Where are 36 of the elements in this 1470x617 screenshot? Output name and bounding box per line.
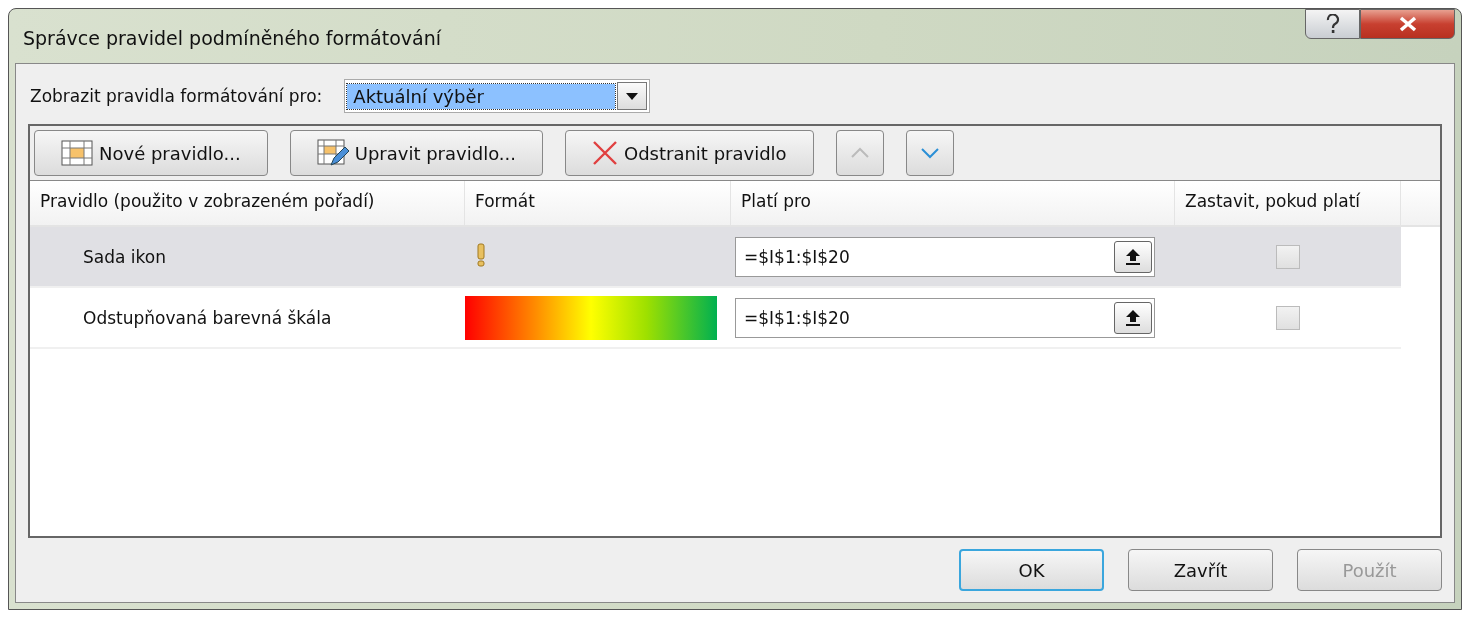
table-pencil-icon — [316, 139, 349, 167]
new-rule-button[interactable]: Nové pravidlo... — [34, 130, 268, 176]
close-icon — [1398, 16, 1417, 32]
chevron-down-icon — [919, 147, 940, 159]
close-button[interactable] — [1360, 9, 1455, 39]
scope-dropdown[interactable]: Aktuální výběr — [344, 79, 651, 113]
arrow-up-icon — [1125, 247, 1141, 266]
column-header: Pravidlo (použito v zobrazeném pořadí) — [30, 181, 465, 225]
rule-name: Sada ikon — [82, 246, 167, 267]
arrow-up-icon — [1125, 308, 1141, 327]
edit-rule-button[interactable]: Upravit pravidlo... — [289, 130, 543, 176]
delete-rule-button[interactable]: Odstranit pravidlo — [565, 130, 814, 176]
rule-name: Odstupňovaná barevná škála — [82, 307, 333, 328]
range-field[interactable]: =$I$1:$I$20 — [735, 236, 1155, 277]
caret-icon — [626, 92, 639, 100]
dialog-button[interactable]: Zavřít — [1128, 549, 1273, 591]
window-title: Správce pravidel podmíněného formátování — [23, 27, 443, 49]
range-field[interactable]: =$I$1:$I$20 — [735, 297, 1155, 338]
column-header: Zastavit, pokud platí — [1175, 181, 1401, 225]
dialog-button[interactable]: OK — [959, 549, 1104, 591]
column-header: Platí pro — [731, 181, 1175, 225]
exclamation-icon — [475, 242, 487, 267]
stop-checkbox[interactable] — [1276, 244, 1300, 269]
collapse-button[interactable] — [1114, 240, 1152, 273]
scope-label: Zobrazit pravidla formátování pro: — [30, 86, 323, 106]
help-button[interactable] — [1305, 9, 1360, 39]
collapse-button[interactable] — [1114, 301, 1152, 334]
table-icon — [61, 140, 93, 166]
chevron-up-icon — [849, 147, 870, 159]
stop-checkbox[interactable] — [1276, 305, 1300, 330]
move-down-button[interactable] — [905, 130, 954, 176]
delete-icon — [592, 140, 618, 166]
rule-row[interactable]: Sada ikon =$I$1:$I$20 — [30, 227, 1401, 288]
column-header: Formát — [465, 181, 731, 225]
help-icon — [1325, 14, 1340, 34]
rule-row[interactable]: Odstupňovaná barevná škála =$I$1:$I$20 — [30, 288, 1401, 349]
